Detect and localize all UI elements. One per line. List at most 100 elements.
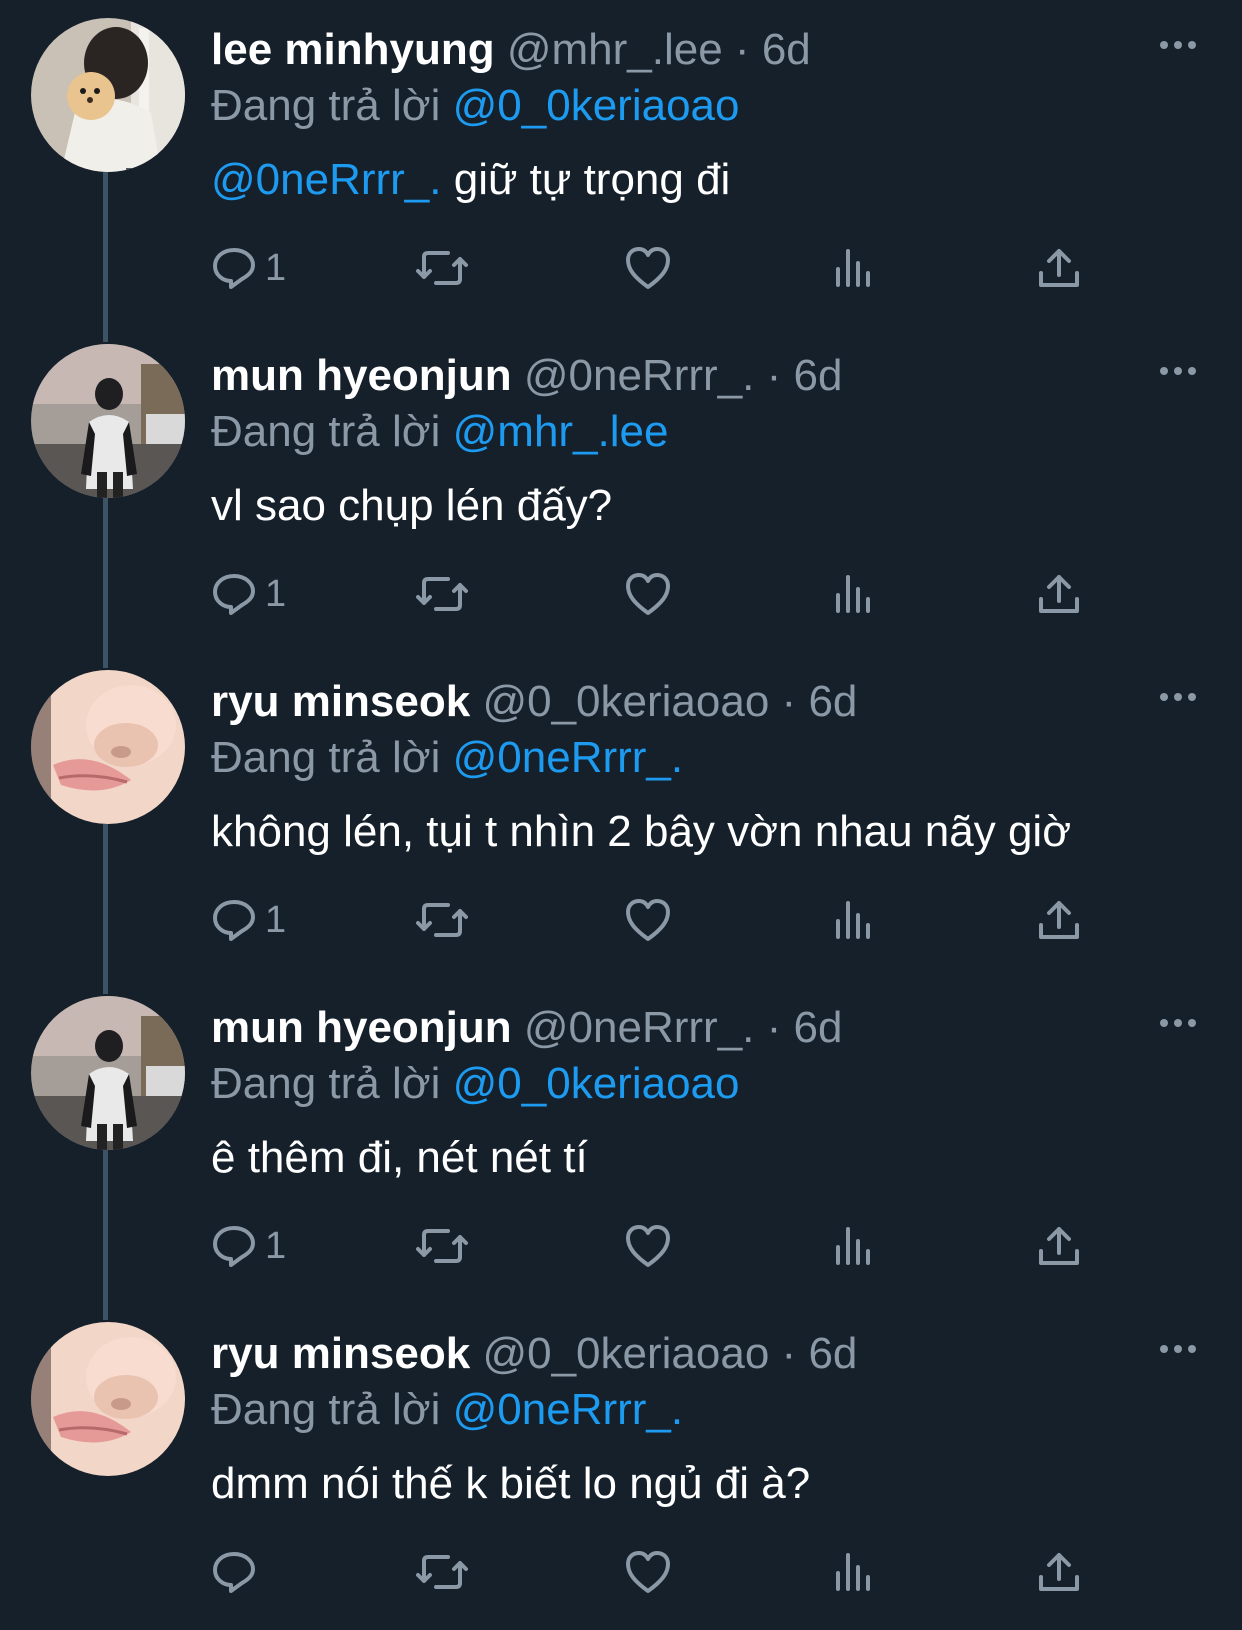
timestamp[interactable]: 6d — [762, 25, 811, 74]
user-handle[interactable]: @0_0keriaoao — [482, 677, 769, 726]
tweet-text: @0neRrrr_. giữ tự trọng đi — [211, 152, 730, 208]
reply-button[interactable]: 1 — [211, 892, 286, 948]
avatar[interactable] — [31, 344, 185, 498]
more-options-icon[interactable] — [1156, 356, 1200, 386]
replying-to-mention[interactable]: @0neRrrr_. — [453, 1385, 684, 1434]
user-handle[interactable]: @mhr_.lee — [507, 25, 723, 74]
replying-to: Đang trả lời @0neRrrr_. — [211, 1382, 683, 1438]
user-handle[interactable]: @0_0keriaoao — [482, 1329, 769, 1378]
text-mention[interactable]: @0neRrrr_. — [211, 155, 442, 204]
tweet-text-content: giữ tự trọng đi — [441, 155, 731, 204]
share-button[interactable] — [1036, 240, 1082, 296]
reply-button[interactable]: 1 — [211, 1218, 286, 1274]
tweet-header: mun hyeonjun @0neRrrr_. · 6d — [211, 348, 842, 404]
views-icon — [836, 575, 870, 613]
views-icon — [836, 249, 870, 287]
like-button[interactable] — [624, 240, 672, 296]
avatar[interactable] — [31, 18, 185, 172]
avatar[interactable] — [31, 670, 185, 824]
views-icon — [836, 901, 870, 939]
user-handle[interactable]: @0neRrrr_. — [524, 351, 755, 400]
views-button[interactable] — [832, 1544, 878, 1600]
share-icon — [1039, 1227, 1079, 1265]
replying-to-label: Đang trả lời — [211, 81, 441, 130]
retweet-button[interactable] — [414, 566, 470, 622]
tweet[interactable]: ryu minseok @0_0keriaoao · 6d Đang trả l… — [0, 1304, 1242, 1630]
display-name[interactable]: mun hyeonjun — [211, 351, 512, 400]
share-icon — [1039, 249, 1079, 287]
tweet-text: vl sao chụp lén đấy? — [211, 478, 612, 534]
share-button[interactable] — [1036, 566, 1082, 622]
heart-icon — [626, 1551, 670, 1593]
tweet-text: không lén, tụi t nhìn 2 bây vờn nhau nãy… — [211, 804, 1071, 860]
heart-icon — [626, 899, 670, 941]
display-name[interactable]: lee minhyung — [211, 25, 495, 74]
reply-icon — [213, 900, 255, 941]
tweet[interactable]: ryu minseok @0_0keriaoao · 6d Đang trả l… — [0, 652, 1242, 978]
retweet-button[interactable] — [414, 892, 470, 948]
replying-to-mention[interactable]: @0_0keriaoao — [453, 1059, 740, 1108]
retweet-button[interactable] — [414, 1218, 470, 1274]
retweet-icon — [416, 251, 468, 285]
share-button[interactable] — [1036, 892, 1082, 948]
timestamp[interactable]: 6d — [808, 677, 857, 726]
views-button[interactable] — [832, 240, 878, 296]
like-button[interactable] — [624, 892, 672, 948]
reply-icon — [213, 1552, 255, 1593]
retweet-icon — [416, 1229, 468, 1263]
tweet[interactable]: mun hyeonjun @0neRrrr_. · 6d Đang trả lờ… — [0, 326, 1242, 652]
more-options-icon[interactable] — [1156, 1008, 1200, 1038]
heart-icon — [626, 573, 670, 615]
replying-to: Đang trả lời @mhr_.lee — [211, 404, 668, 460]
display-name[interactable]: ryu minseok — [211, 677, 470, 726]
replying-to: Đang trả lời @0neRrrr_. — [211, 730, 683, 786]
replying-to: Đang trả lời @0_0keriaoao — [211, 78, 739, 134]
separator-dot: · — [734, 25, 750, 74]
tweet-text-content: vl sao chụp lén đấy? — [211, 481, 613, 530]
tweet-text-content: dmm nói thế k biết lo ngủ đi à? — [211, 1459, 811, 1508]
share-icon — [1039, 1553, 1079, 1591]
replying-to-label: Đang trả lời — [211, 733, 441, 782]
timestamp[interactable]: 6d — [794, 1003, 843, 1052]
heart-icon — [626, 247, 670, 289]
more-options-icon[interactable] — [1156, 1334, 1200, 1364]
like-button[interactable] — [624, 1218, 672, 1274]
tweet[interactable]: mun hyeonjun @0neRrrr_. · 6d Đang trả lờ… — [0, 978, 1242, 1304]
reply-button[interactable]: 1 — [211, 240, 286, 296]
views-button[interactable] — [832, 1218, 878, 1274]
tweet[interactable]: lee minhyung @mhr_.lee · 6d Đang trả lời… — [0, 0, 1242, 326]
replying-to: Đang trả lời @0_0keriaoao — [211, 1056, 739, 1112]
heart-icon — [626, 1225, 670, 1267]
replying-to-mention[interactable]: @mhr_.lee — [453, 407, 669, 456]
replying-to-mention[interactable]: @0neRrrr_. — [453, 733, 684, 782]
views-button[interactable] — [832, 892, 878, 948]
more-options-icon[interactable] — [1156, 682, 1200, 712]
separator-dot: · — [766, 1003, 782, 1052]
retweet-button[interactable] — [414, 1544, 470, 1600]
reply-count: 1 — [265, 1224, 287, 1267]
tweet-header: ryu minseok @0_0keriaoao · 6d — [211, 674, 857, 730]
more-options-icon[interactable] — [1156, 30, 1200, 60]
display-name[interactable]: mun hyeonjun — [211, 1003, 512, 1052]
reply-count: 1 — [265, 898, 287, 941]
user-handle[interactable]: @0neRrrr_. — [524, 1003, 755, 1052]
display-name[interactable]: ryu minseok — [211, 1329, 470, 1378]
reply-button[interactable] — [211, 1544, 265, 1600]
avatar-face-closeup-image — [31, 1322, 185, 1476]
share-button[interactable] — [1036, 1544, 1082, 1600]
views-button[interactable] — [832, 566, 878, 622]
like-button[interactable] — [624, 566, 672, 622]
replying-to-mention[interactable]: @0_0keriaoao — [453, 81, 740, 130]
like-button[interactable] — [624, 1544, 672, 1600]
avatar[interactable] — [31, 996, 185, 1150]
timestamp[interactable]: 6d — [794, 351, 843, 400]
retweet-icon — [416, 577, 468, 611]
replying-to-label: Đang trả lời — [211, 1385, 441, 1434]
reply-icon — [213, 574, 255, 615]
reply-button[interactable]: 1 — [211, 566, 286, 622]
timestamp[interactable]: 6d — [808, 1329, 857, 1378]
share-button[interactable] — [1036, 1218, 1082, 1274]
retweet-button[interactable] — [414, 240, 470, 296]
avatar[interactable] — [31, 1322, 185, 1476]
retweet-icon — [416, 1555, 468, 1589]
